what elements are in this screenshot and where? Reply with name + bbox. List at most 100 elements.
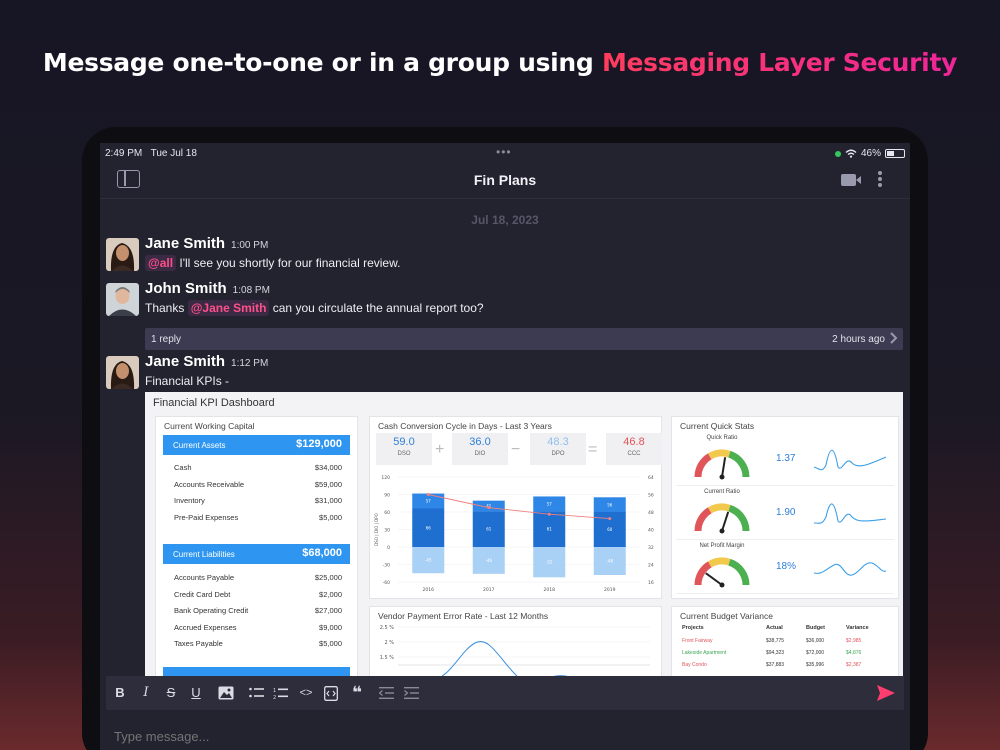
ccc-point — [426, 493, 430, 496]
sparkline — [813, 503, 887, 524]
bar-value-label: 57 — [547, 502, 553, 507]
y-tick-label: 1.5 % — [380, 655, 395, 661]
promo-headline: Message one-to-one or in a group using M… — [0, 48, 1000, 77]
ccc-metric-box: 36.0 DIO — [452, 433, 508, 465]
status-time: 2:49 PM Tue Jul 18 — [105, 148, 197, 159]
indent-icon[interactable] — [401, 683, 421, 703]
numbered-list-icon[interactable]: 12 — [270, 683, 290, 703]
gauge-chart — [694, 449, 750, 480]
sender-name[interactable]: Jane Smith 1:12 PM — [145, 353, 268, 370]
gauge-segment — [728, 504, 750, 532]
sparkline-path — [813, 449, 887, 471]
message-text: Financial KPIs - — [145, 374, 230, 388]
more-options-icon[interactable] — [878, 171, 883, 189]
y2-tick-label: 24 — [648, 563, 654, 569]
bold-icon[interactable]: B — [110, 683, 130, 703]
gauge-needle — [705, 572, 723, 586]
send-icon[interactable] — [877, 685, 895, 701]
sparkline-path — [813, 562, 887, 576]
message-time: 1:00 PM — [231, 240, 269, 251]
image-attachment[interactable]: Financial KPI Dashboard Current Working … — [145, 392, 903, 682]
bar-value-label: 60 — [607, 527, 613, 532]
y-tick-label: -60 — [383, 580, 390, 586]
image-icon[interactable] — [216, 683, 236, 703]
asset-row: Pre-Paid Expenses $5,000 — [174, 512, 342, 522]
gauge-hub — [719, 582, 725, 588]
quick-stats-panel: Current Quick Stats Quick Ratio 1.37 Cur… — [671, 416, 899, 599]
mention[interactable]: @all — [145, 255, 177, 271]
quick-stat: Quick Ratio 1.37 — [676, 433, 894, 486]
table-cell: $38,775 — [766, 638, 785, 644]
table-cell: $72,000 — [806, 650, 825, 656]
vendor-panel: Vendor Payment Error Rate - Last 12 Mont… — [369, 606, 662, 682]
sender-name[interactable]: John Smith 1:08 PM — [145, 280, 270, 297]
avatar[interactable] — [106, 356, 139, 389]
asset-row: Inventory $31,000 — [174, 496, 342, 505]
video-call-icon[interactable] — [841, 174, 861, 186]
y2-tick-label: 48 — [648, 510, 654, 516]
quick-stat-value: 1.90 — [776, 507, 796, 518]
bar-value-label: 66 — [426, 525, 432, 530]
avatar[interactable] — [106, 283, 139, 316]
panel-title: Current Quick Stats — [680, 421, 755, 431]
message-text: Thanks @Jane Smith can you circulate the… — [145, 300, 484, 316]
gauge-segment — [728, 450, 750, 478]
liability-row: Accounts Payable $25,000 — [174, 573, 342, 582]
camera-indicator-icon — [834, 150, 841, 157]
working-capital-panel: Current Working Capital Current Assets $1… — [155, 416, 358, 682]
italic-icon[interactable]: I — [136, 683, 156, 703]
headline-prefix: Message one-to-one or in a group using — [42, 48, 602, 77]
code-block-icon[interactable] — [321, 683, 341, 703]
mention[interactable]: @Jane Smith — [187, 300, 270, 316]
gauge-needle — [721, 457, 727, 478]
bullet-list-icon[interactable] — [246, 683, 266, 703]
liability-row: Bank Operating Credit $27,000 — [174, 606, 342, 615]
y-tick-label: 60 — [384, 510, 390, 516]
sparkline — [813, 449, 887, 471]
panel-title: Cash Conversion Cycle in Days - Last 3 Y… — [378, 421, 552, 431]
status-right: 46% — [834, 148, 905, 159]
underline-icon[interactable]: U — [186, 683, 206, 703]
message-time: 1:08 PM — [232, 285, 270, 296]
liability-row: Credit Card Debt $2,000 — [174, 589, 342, 599]
avatar[interactable] — [106, 238, 139, 271]
multitask-dots-icon[interactable]: ••• — [496, 145, 512, 159]
ccc-chart: 120 64 90 56 60 48 30 40 0 32 -30 24 -60 16 DSO | DIO … — [374, 475, 654, 593]
battery-icon — [885, 149, 905, 158]
gauge-segment — [728, 558, 750, 586]
sparkline-path — [813, 503, 887, 524]
gauge-segment — [708, 503, 731, 514]
ccc-line — [428, 494, 610, 520]
sender-name[interactable]: Jane Smith 1:00 PM — [145, 235, 268, 252]
table-cell: $37,883 — [766, 662, 785, 668]
ccc-panel: Cash Conversion Cycle in Days - Last 3 Y… — [369, 416, 662, 599]
assets-header: Current Assets $129,000 — [163, 435, 350, 455]
y2-tick-label: 16 — [648, 580, 654, 586]
date-divider: Jul 18, 2023 — [471, 213, 539, 227]
gauge-hub — [719, 528, 725, 534]
message-input[interactable] — [106, 710, 904, 750]
strikethrough-icon[interactable]: S — [161, 683, 181, 703]
headline-accent: Messaging Layer Security — [601, 48, 958, 77]
table-cell: $36,000 — [806, 638, 825, 644]
gauge-segment — [708, 449, 731, 460]
y2-tick-label: 56 — [648, 493, 654, 499]
outdent-icon[interactable] — [376, 683, 396, 703]
thread-replies-bar[interactable]: 1 reply 2 hours ago — [145, 328, 903, 350]
y-tick-label: 90 — [384, 493, 390, 499]
y-tick-label: 2 % — [384, 640, 394, 646]
table-header: Actual — [766, 625, 783, 631]
chat-title: Fin Plans — [473, 172, 537, 188]
ccc-point — [608, 517, 612, 521]
code-icon[interactable]: <> — [296, 683, 316, 703]
y-tick-label: 30 — [384, 528, 390, 534]
asset-row: Cash $34,000 — [174, 463, 342, 472]
gauge-hub — [719, 474, 725, 480]
quick-stat-label: Quick Ratio — [706, 435, 738, 441]
quote-icon[interactable]: ❝ — [347, 683, 367, 703]
svg-text:2: 2 — [273, 695, 276, 700]
chevron-right-icon — [890, 332, 898, 344]
sparkline — [813, 562, 887, 576]
table-cell: $35,996 — [806, 662, 825, 668]
gauge-segment — [694, 507, 712, 532]
